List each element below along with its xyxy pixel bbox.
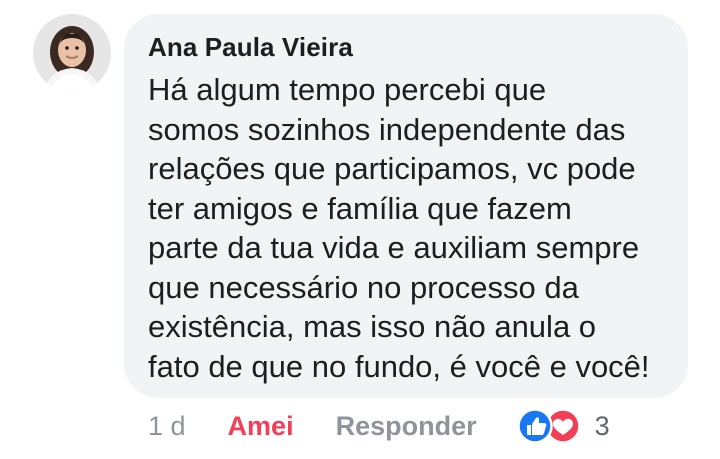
reaction-summary[interactable]: 3 [516, 406, 610, 446]
reaction-icons [516, 406, 583, 446]
avatar-photo [33, 14, 111, 92]
avatar[interactable] [33, 14, 111, 92]
reply-button[interactable]: Responder [336, 411, 477, 442]
comment: Ana Paula Vieira Há algum tempo percebi … [0, 0, 720, 459]
comment-actions: 1 d Amei Responder 3 [148, 405, 678, 447]
comment-time[interactable]: 1 d [148, 411, 186, 442]
comment-text: Há algum tempo percebi que somos sozinho… [148, 72, 650, 384]
comment-author[interactable]: Ana Paula Vieira [148, 30, 662, 64]
reaction-button[interactable]: Amei [228, 411, 294, 442]
comment-bubble: Ana Paula Vieira Há algum tempo percebi … [124, 14, 688, 398]
like-icon [516, 408, 553, 444]
reaction-count: 3 [594, 410, 610, 441]
